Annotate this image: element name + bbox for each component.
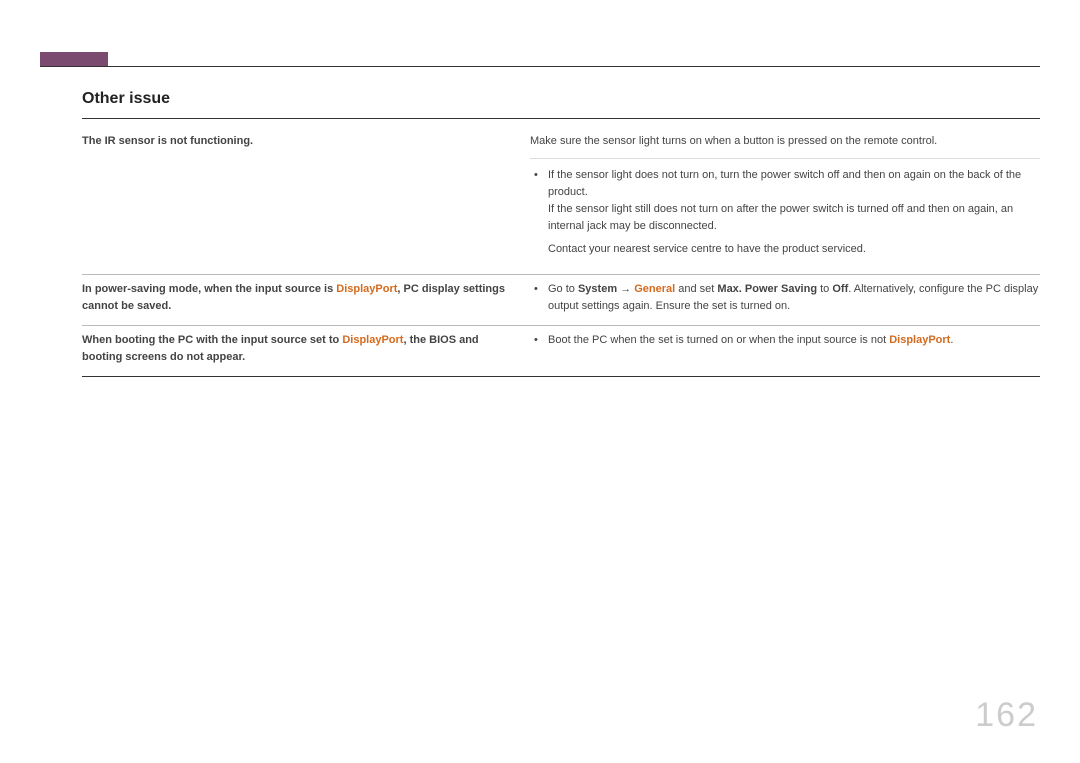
section-title: Other issue (82, 90, 1040, 108)
issue-label: In power-saving mode, when the input sou… (82, 281, 530, 315)
sol-text: . (950, 334, 953, 346)
sol-general: General (634, 283, 675, 295)
sol-system: System (578, 283, 617, 295)
sol-arrow: → (617, 283, 634, 295)
issue-row-bios-boot: When booting the PC with the input sourc… (82, 326, 1040, 377)
sol-text: Go to (548, 283, 578, 295)
content-area: Other issue The IR sensor is not functio… (82, 90, 1040, 377)
issue-text: In power-saving mode, when the input sou… (82, 283, 336, 295)
solution-bullets: If the sensor light does not turn on, tu… (530, 167, 1040, 201)
top-divider (40, 66, 1040, 67)
issue-row-power-saving: In power-saving mode, when the input sou… (82, 275, 1040, 326)
solution-note: If the sensor light still does not turn … (530, 201, 1040, 235)
issue-row-ir-sensor: The IR sensor is not functioning. Make s… (82, 127, 1040, 275)
sol-max-power-saving: Max. Power Saving (717, 283, 817, 295)
sol-text: and set (675, 283, 717, 295)
sub-divider (530, 158, 1040, 159)
accent-bar (40, 52, 108, 66)
bullet-item: Boot the PC when the set is turned on or… (530, 332, 1040, 349)
issue-solution: Boot the PC when the set is turned on or… (530, 332, 1040, 366)
sol-highlight: DisplayPort (889, 334, 950, 346)
issue-solution: Make sure the sensor light turns on when… (530, 133, 1040, 264)
bullet-item: Go to System → General and set Max. Powe… (530, 281, 1040, 315)
sol-text: to (817, 283, 832, 295)
solution-bullets: Boot the PC when the set is turned on or… (530, 332, 1040, 349)
issue-text: When booting the PC with the input sourc… (82, 334, 342, 346)
issue-solution: Go to System → General and set Max. Powe… (530, 281, 1040, 315)
solution-note: Contact your nearest service centre to h… (530, 241, 1040, 258)
solution-bullets: Go to System → General and set Max. Powe… (530, 281, 1040, 315)
bullet-item: If the sensor light does not turn on, tu… (530, 167, 1040, 201)
issue-label: When booting the PC with the input sourc… (82, 332, 530, 366)
sol-text: Boot the PC when the set is turned on or… (548, 334, 889, 346)
issue-highlight: DisplayPort (336, 283, 397, 295)
issue-highlight: DisplayPort (342, 334, 403, 346)
solution-intro: Make sure the sensor light turns on when… (530, 133, 1040, 150)
issue-label: The IR sensor is not functioning. (82, 133, 530, 264)
page-number: 162 (975, 696, 1038, 735)
sol-off: Off (832, 283, 848, 295)
section-rule (82, 118, 1040, 119)
